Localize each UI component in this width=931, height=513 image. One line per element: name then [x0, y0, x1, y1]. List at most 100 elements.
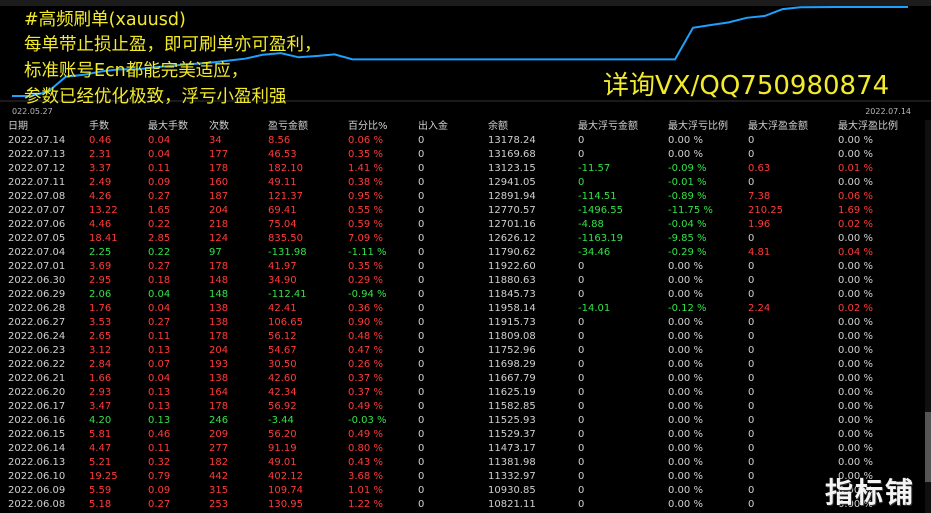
column-header[interactable]: 次数 — [209, 120, 229, 134]
table-row[interactable]: 2022.06.15 5.81 0.46 209 56.20 0.49 % 0 11529.3… — [0, 428, 931, 442]
table-cell: 0 — [578, 429, 585, 440]
table-cell: 164 — [209, 387, 229, 398]
vertical-scrollbar[interactable] — [925, 120, 931, 513]
table-cell: 0.04 — [148, 149, 171, 160]
table-cell: 0 — [418, 457, 425, 468]
table-cell: 0 — [578, 317, 585, 328]
table-row[interactable]: 2022.06.29 2.06 0.04 148 -112.41 -0.94 % 0 1184… — [0, 288, 931, 302]
table-cell: 0.00 % — [838, 359, 873, 370]
column-header[interactable]: 最大手数 — [148, 120, 188, 134]
table-cell: 0 — [578, 485, 585, 496]
table-cell: 2022.07.14 — [8, 135, 66, 146]
equity-chart: 022.05.27 2022.07.14 #高频刷单(xauusd) 每单带止损… — [0, 6, 931, 118]
table-row[interactable]: 2022.07.01 3.69 0.27 178 41.97 0.35 % 0 11922.6… — [0, 260, 931, 274]
table-cell: 0.95 % — [348, 191, 383, 202]
table-row[interactable]: 2022.06.09 5.59 0.09 315 109.74 1.01 % 0 10930.… — [0, 484, 931, 498]
table-cell: 0.48 % — [348, 331, 383, 342]
column-header[interactable]: 最大浮盈比例 — [838, 120, 898, 134]
table-cell: 0 — [748, 289, 755, 300]
table-row[interactable]: 2022.07.04 2.25 0.22 97 -131.98 -1.11 % 0 11790… — [0, 246, 931, 260]
table-cell: -11.75 % — [668, 205, 713, 216]
table-cell: 2022.06.27 — [8, 317, 66, 328]
table-cell: 2022.06.28 — [8, 303, 66, 314]
table-cell: 0.01 % — [838, 163, 873, 174]
table-cell: 0.13 — [148, 401, 171, 412]
table-row[interactable]: 2022.06.17 3.47 0.13 178 56.92 0.49 % 0 11582.8… — [0, 400, 931, 414]
table-cell: 42.34 — [268, 387, 297, 398]
column-header[interactable]: 百分比% — [348, 120, 388, 134]
table-cell: 0 — [578, 457, 585, 468]
table-cell: 2.65 — [89, 331, 112, 342]
table-cell: 2022.06.21 — [8, 373, 66, 384]
table-cell: 42.41 — [268, 303, 297, 314]
table-row[interactable]: 2022.06.13 5.21 0.32 182 49.01 0.43 % 0 11381.9… — [0, 456, 931, 470]
table-row[interactable]: 2022.06.08 5.18 0.27 253 130.95 1.22 % 0 10821.… — [0, 498, 931, 512]
table-row[interactable]: 2022.07.05 18.41 2.85 124 835.50 7.09 % 0 12626… — [0, 232, 931, 246]
table-cell: 2.49 — [89, 177, 112, 188]
table-row[interactable]: 2022.06.30 2.95 0.18 148 34.90 0.29 % 0 11880.6… — [0, 274, 931, 288]
table-cell: 0.00 % — [668, 387, 703, 398]
table-cell: 0.35 % — [348, 261, 383, 272]
table-row[interactable]: 2022.06.20 2.93 0.13 164 42.34 0.37 % 0 11625.1… — [0, 386, 931, 400]
table-cell: 3.53 — [89, 317, 112, 328]
table-cell: 0.06 % — [838, 191, 873, 202]
table-cell: 2022.06.30 — [8, 275, 66, 286]
table-cell: 0.80 % — [348, 443, 383, 454]
table-cell: 2022.06.29 — [8, 289, 66, 300]
table-row[interactable]: 2022.07.14 0.46 0.04 34 8.56 0.06 % 0 13178.24 0… — [0, 134, 931, 148]
table-cell: 0 — [748, 443, 755, 454]
table-cell: 0 — [578, 415, 585, 426]
table-cell: 0.00 % — [838, 331, 873, 342]
table-cell: 2022.06.23 — [8, 345, 66, 356]
table-cell: 0 — [418, 317, 425, 328]
table-row[interactable]: 2022.06.28 1.76 0.04 138 42.41 0.36 % 0 11958.1… — [0, 302, 931, 316]
table-cell: 0.43 % — [348, 457, 383, 468]
table-cell: -0.03 % — [348, 415, 387, 426]
table-cell: 0 — [418, 177, 425, 188]
table-cell: 2022.06.14 — [8, 443, 66, 454]
table-row[interactable]: 2022.06.27 3.53 0.27 138 106.65 0.90 % 0 11915.… — [0, 316, 931, 330]
table-cell: 2022.07.07 — [8, 205, 66, 216]
table-row[interactable]: 2022.06.14 4.47 0.11 277 91.19 0.80 % 0 11473.1… — [0, 442, 931, 456]
column-header[interactable]: 出入金 — [418, 120, 448, 134]
column-header[interactable]: 余额 — [488, 120, 508, 134]
table-cell: 0.38 % — [348, 177, 383, 188]
table-row[interactable]: 2022.06.23 3.12 0.13 204 54.67 0.47 % 0 11752.9… — [0, 344, 931, 358]
table-cell: 0.00 % — [838, 275, 873, 286]
table-cell: 0.27 — [148, 191, 171, 202]
table-cell: 177 — [209, 149, 229, 160]
table-cell: 0 — [418, 485, 425, 496]
column-header[interactable]: 最大浮亏金额 — [578, 120, 638, 134]
table-row[interactable]: 2022.07.12 3.37 0.11 178 182.10 1.41 % 0 13123.… — [0, 162, 931, 176]
column-header[interactable]: 日期 — [8, 120, 28, 134]
table-row[interactable]: 2022.07.07 13.22 1.65 204 69.41 0.55 % 0 12770.… — [0, 204, 931, 218]
table-cell: 11381.98 — [488, 457, 536, 468]
table-cell: 1.01 % — [348, 485, 383, 496]
promo-title: #高频刷单(xauusd) — [24, 10, 186, 30]
table-cell: 75.04 — [268, 219, 297, 230]
table-cell: -0.01 % — [668, 177, 707, 188]
column-header[interactable]: 手数 — [89, 120, 109, 134]
table-cell: 204 — [209, 345, 229, 356]
table-row[interactable]: 2022.06.24 2.65 0.11 178 56.12 0.48 % 0 11809.0… — [0, 330, 931, 344]
column-header[interactable]: 最大浮亏比例 — [668, 120, 728, 134]
table-cell: 0 — [418, 429, 425, 440]
table-cell: 0 — [748, 471, 755, 482]
table-row[interactable]: 2022.06.10 19.25 0.79 442 402.12 3.68 % 0 11332… — [0, 470, 931, 484]
table-cell: 0 — [418, 149, 425, 160]
table-cell: 5.81 — [89, 429, 112, 440]
table-row[interactable]: 2022.06.22 2.84 0.07 193 30.50 0.26 % 0 11698.2… — [0, 358, 931, 372]
table-row[interactable]: 2022.07.13 2.31 0.04 177 46.53 0.35 % 0 13169.6… — [0, 148, 931, 162]
table-cell: 0.07 — [148, 359, 171, 370]
scrollbar-thumb[interactable] — [925, 412, 931, 482]
table-row[interactable]: 2022.07.06 4.46 0.22 218 75.04 0.59 % 0 12701.1… — [0, 218, 931, 232]
column-header[interactable]: 最大浮盈金额 — [748, 120, 808, 134]
table-row[interactable]: 2022.07.11 2.49 0.09 160 49.11 0.38 % 0 12941.0… — [0, 176, 931, 190]
table-row[interactable]: 2022.06.16 4.20 0.13 246 -3.44 -0.03 % 0 11525.… — [0, 414, 931, 428]
table-cell: -11.57 — [578, 163, 611, 174]
column-header[interactable]: 盈亏金额 — [268, 120, 308, 134]
table-cell: 0 — [748, 485, 755, 496]
table-row[interactable]: 2022.07.08 4.26 0.27 187 121.37 0.95 % 0 12891.… — [0, 190, 931, 204]
table-row[interactable]: 2022.06.21 1.66 0.04 138 42.60 0.37 % 0 11667.7… — [0, 372, 931, 386]
table-cell: 0 — [748, 401, 755, 412]
